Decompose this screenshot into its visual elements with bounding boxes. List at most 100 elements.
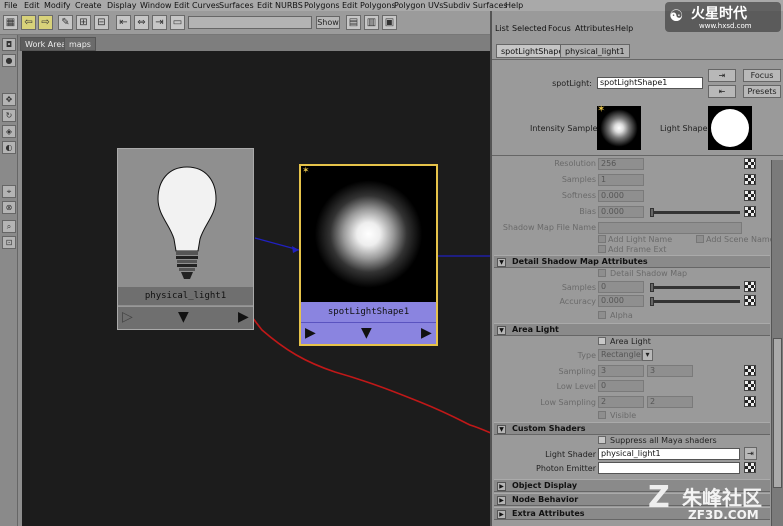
type-select[interactable]: Rectangle: [598, 349, 642, 361]
bias-slider[interactable]: [652, 211, 740, 214]
play-icon[interactable]: ▶: [421, 325, 432, 341]
top-watermark-brand: 火星时代: [691, 6, 747, 22]
softness-field[interactable]: 0.000: [598, 190, 644, 202]
top-watermark-url: www.hxsd.com: [699, 22, 752, 30]
ae-menu-focus[interactable]: Focus: [548, 24, 571, 33]
detail-accuracy-slider[interactable]: [652, 300, 740, 303]
shadow-map-file-name-label: Shadow Map File Name: [502, 223, 596, 232]
triangle-down-icon[interactable]: ▼: [361, 325, 372, 341]
bias-field[interactable]: 0.000: [598, 206, 644, 218]
shadow-map-file-name-field[interactable]: [598, 222, 742, 234]
alpha-label: Alpha: [610, 311, 633, 320]
link-arrowhead: [292, 246, 299, 253]
ae-menu-attributes[interactable]: Attributes: [575, 24, 615, 33]
spot-swatch: [301, 166, 436, 302]
area-light-label: Area Light: [610, 337, 651, 346]
triangle-down-icon[interactable]: ▼: [178, 309, 189, 325]
samples-label: Samples: [561, 175, 596, 184]
detail-shadow-map-label: Detail Shadow Map: [610, 269, 688, 278]
checker-map-icon[interactable]: [744, 190, 756, 201]
node-controls: ▷ ▼ ▶: [118, 306, 253, 329]
section-area-light[interactable]: ▼ Area Light: [494, 323, 770, 336]
add-frame-ext-checkbox[interactable]: [598, 245, 606, 253]
section-detail-shadow-map[interactable]: ▼ Detail Shadow Map Attributes: [494, 255, 770, 268]
bottom-watermark: Z 朱峰社区 ZF3D.COM: [648, 480, 783, 526]
scrollbar-thumb[interactable]: [773, 338, 782, 488]
detail-samples-knob[interactable]: [650, 283, 654, 292]
area-light-checkbox[interactable]: [598, 337, 606, 345]
add-frame-ext-label: Add Frame Ext: [608, 245, 667, 254]
checker-map-icon[interactable]: [744, 206, 756, 217]
light-shader-label: Light Shader: [545, 450, 596, 459]
detail-accuracy-field[interactable]: 0.000: [598, 295, 644, 307]
sampling-v-field[interactable]: 3: [647, 365, 693, 377]
ae-menu-selected[interactable]: Selected: [512, 24, 547, 33]
resolution-field[interactable]: 256: [598, 158, 644, 170]
checker-map-icon[interactable]: [744, 396, 756, 407]
spot-mark-icon: ✶: [597, 104, 606, 115]
focus-arrow-button[interactable]: ⇥: [708, 69, 736, 82]
ae-menu-list[interactable]: List: [495, 24, 509, 33]
collapse-triangle-icon[interactable]: ▼: [497, 258, 506, 267]
visible-label: Visible: [610, 411, 637, 420]
visible-checkbox[interactable]: [598, 411, 606, 419]
detail-samples-field[interactable]: 0: [598, 281, 644, 293]
bias-slider-knob[interactable]: [650, 208, 654, 217]
samples-field[interactable]: 1: [598, 174, 644, 186]
light-shape-swatch: [708, 106, 752, 150]
add-scene-name-checkbox[interactable]: [696, 235, 704, 243]
suppress-shaders-checkbox[interactable]: [598, 436, 606, 444]
collapse-triangle-icon[interactable]: ▼: [497, 326, 506, 335]
resolution-label: Resolution: [554, 159, 596, 168]
play-icon[interactable]: ▶: [305, 325, 316, 341]
node-physical-light[interactable]: physical_light1 ▷ ▼ ▶: [117, 148, 254, 330]
node-name-field[interactable]: spotLightShape1: [597, 77, 703, 89]
type-label: Type: [577, 351, 596, 360]
node-label-spot-light-shape: spotLightShape1: [301, 302, 436, 322]
presets-button[interactable]: Presets: [743, 85, 781, 98]
low-sampling-v-field[interactable]: 2: [647, 396, 693, 408]
light-shader-field[interactable]: physical_light1: [598, 448, 740, 460]
bottom-watermark-brand: 朱峰社区: [682, 486, 762, 510]
expand-triangle-icon[interactable]: ▶: [497, 496, 506, 505]
expand-triangle-icon[interactable]: ▶: [497, 510, 506, 519]
node-type-label: spotLight:: [552, 79, 592, 88]
presets-arrow-button[interactable]: ⇤: [708, 85, 736, 98]
intensity-sample-label: Intensity Sample: [530, 124, 598, 133]
checker-map-icon[interactable]: [744, 158, 756, 169]
sampling-u-field[interactable]: 3: [598, 365, 644, 377]
dropdown-arrow-icon[interactable]: ▾: [642, 349, 653, 361]
bias-label: Bias: [579, 207, 596, 216]
detail-samples-slider[interactable]: [652, 286, 740, 289]
z-logo-icon: Z: [648, 480, 670, 515]
checker-map-icon[interactable]: [744, 462, 756, 473]
add-light-name-checkbox[interactable]: [598, 235, 606, 243]
low-level-field[interactable]: 0: [598, 380, 644, 392]
collapse-triangle-icon[interactable]: ▼: [497, 425, 506, 434]
expand-triangle-icon[interactable]: ▶: [497, 482, 506, 491]
suppress-shaders-label: Suppress all Maya shaders: [610, 436, 717, 445]
checker-map-icon[interactable]: [744, 365, 756, 376]
checker-map-icon[interactable]: [744, 380, 756, 391]
node-spot-light-shape[interactable]: ✶ spotLightShape1 ▶ ▼ ▶: [299, 164, 438, 346]
play-outline-icon[interactable]: ▷: [122, 309, 133, 325]
section-custom-shaders[interactable]: ▼ Custom Shaders: [494, 422, 770, 435]
detail-accuracy-label: Accuracy: [559, 297, 596, 306]
play-icon[interactable]: ▶: [238, 309, 249, 325]
detail-shadow-map-checkbox[interactable]: [598, 269, 606, 277]
checker-map-icon[interactable]: [744, 295, 756, 306]
sampling-label: Sampling: [558, 367, 596, 376]
attr-scrollbar[interactable]: [771, 160, 783, 526]
spot-mark-icon: ✶: [302, 166, 310, 176]
checker-map-icon[interactable]: [744, 174, 756, 185]
photon-emitter-field[interactable]: [598, 462, 740, 474]
ae-menu-help[interactable]: Help: [615, 24, 633, 33]
tab-physical-light[interactable]: physical_light1: [560, 44, 630, 58]
top-watermark: 火星时代 www.hxsd.com ☯: [665, 2, 781, 32]
focus-button[interactable]: Focus: [743, 69, 781, 82]
low-sampling-u-field[interactable]: 2: [598, 396, 644, 408]
detail-accuracy-knob[interactable]: [650, 297, 654, 306]
checker-map-icon[interactable]: [744, 281, 756, 292]
map-button-icon[interactable]: ⇥: [744, 447, 757, 460]
alpha-checkbox[interactable]: [598, 311, 606, 319]
